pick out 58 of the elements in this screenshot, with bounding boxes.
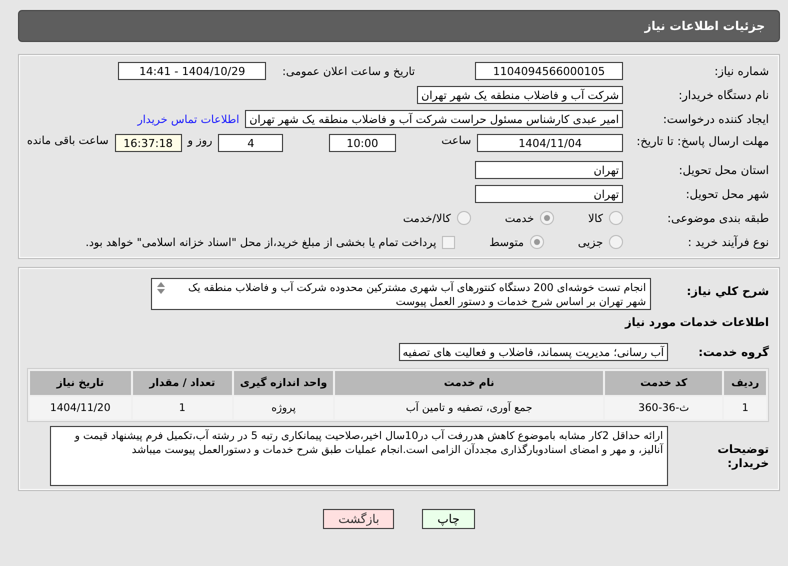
field-label: توضیحات خریدار:	[716, 442, 769, 470]
option-label: متوسط	[489, 236, 524, 248]
column-header: کد خدمت	[605, 371, 722, 395]
back-button[interactable]: بازگشت	[323, 509, 394, 529]
table-cell: ث-36-360	[605, 397, 722, 419]
city-field[interactable]: تهران	[475, 185, 623, 203]
field-label: نوع فرآیند خرید :	[686, 235, 769, 249]
section-heading: اطلاعات خدمات مورد نیاز	[625, 315, 769, 329]
province-field[interactable]: تهران	[475, 161, 623, 179]
field-label: شهر محل تحویل:	[684, 187, 769, 201]
field-label: ساعت باقی مانده	[27, 134, 109, 147]
table-cell: 1	[132, 397, 232, 419]
field-label: گروه خدمت:	[697, 345, 769, 359]
field-label: استان محل تحویل:	[678, 163, 769, 177]
remaining-time-field[interactable]: 16:37:18	[114, 134, 182, 152]
column-header: تاریخ نیاز	[30, 371, 131, 395]
table-cell: 1	[724, 397, 766, 419]
column-header: تعداد / مقدار	[132, 371, 232, 395]
service-group-field[interactable]: آب رسانی؛ مدیریت پسماند، فاضلاب و فعالیت های تصفیه	[398, 343, 668, 361]
field-label: ایجاد کننده درخواست:	[662, 112, 769, 126]
field-label: ساعت	[441, 134, 472, 147]
checkbox-label: پرداخت تمام یا بخشی از مبلغ خرید،از محل "اسناد خزانه اسلامی" خواهد بود.	[86, 236, 436, 248]
table-cell: 1404/11/20	[30, 397, 131, 419]
creator-field[interactable]: امیر عبدی کارشناس مسئول حراست شرکت آب و فاضلاب منطقه یک شهر تهران	[245, 110, 623, 128]
option-label: کالا/خدمت	[403, 212, 451, 224]
option-label: جزیی	[578, 236, 603, 248]
field-label: نام دستگاه خریدار:	[677, 88, 769, 102]
field-label: تاریخ و ساعت اعلان عمومی:	[282, 64, 415, 78]
deadline-date-field[interactable]: 1404/11/04	[477, 134, 623, 152]
option-label: خدمت	[504, 212, 534, 224]
need-number-field[interactable]: 1104094566000105	[475, 62, 623, 80]
column-header: واحد اندازه گیری	[234, 371, 334, 395]
radio-button[interactable]	[456, 211, 471, 225]
field-label: شماره نیاز:	[713, 64, 769, 78]
field-label: طبقه بندی موضوعی:	[666, 211, 769, 225]
field-label: شرح کلي نياز:	[686, 283, 769, 298]
table-cell: جمع آوری، تصفیه و تامین آب	[335, 397, 604, 419]
table-cell: پروژه	[234, 397, 334, 419]
days-field[interactable]: 4	[218, 134, 284, 152]
page-title: جزئیات اطلاعات نیاز	[644, 19, 765, 33]
scroll-arrows-icon[interactable]	[156, 281, 166, 295]
radio-button[interactable]	[530, 235, 544, 249]
column-header: نام خدمت	[335, 371, 604, 395]
radio-button[interactable]	[609, 211, 623, 225]
contact-link[interactable]: اطلاعات تماس خریدار	[137, 112, 240, 126]
field-label: روز و	[188, 134, 212, 147]
print-button[interactable]: چاپ	[422, 509, 475, 529]
column-header: ردیف	[724, 371, 766, 395]
option-label: کالا	[588, 212, 603, 224]
announce-date-field[interactable]: 1404/10/29 - 14:41	[118, 62, 266, 80]
radio-button[interactable]	[540, 211, 554, 225]
field-label: مهلت ارسال پاسخ: تا تاریخ:	[635, 134, 769, 149]
deadline-time-field[interactable]: 10:00	[328, 134, 396, 152]
radio-button[interactable]	[609, 235, 623, 249]
buyer-field[interactable]: شرکت آب و فاضلاب منطقه یک شهر تهران	[417, 86, 623, 104]
checkbox[interactable]	[442, 236, 456, 248]
description-box[interactable]: انجام تست خوشه‌ای 200 دستگاه کنتورهای آب شهری مشترکین محدوده شرکت آب و فاضلاب منطقه یک شهر تهران بر اساس شرح خدمات و دستور العمل پیوست	[151, 278, 651, 310]
buyer-notes-box[interactable]: ارائه حداقل 2کار مشابه باموضوع کاهش هدررفت آب در10سال اخیر،صلاحیت پیمانکاری رتبه 5 در رشته آب،تکمیل فرم پیشنهاد قیمت و آنالیز، و مهر و امضای اسنادوبارگذاری مجددآن الزامی است.انجام عملیات طبق شرح خدمات و دستورالعمل پیوست میباشد	[50, 426, 668, 486]
